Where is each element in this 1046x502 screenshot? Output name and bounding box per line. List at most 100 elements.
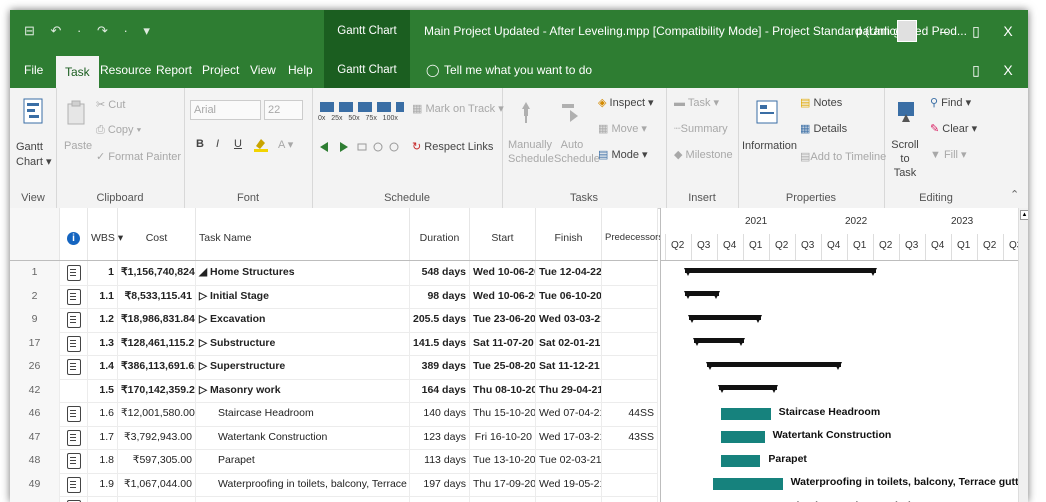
row-id[interactable]: 50 xyxy=(10,496,60,502)
finish-cell[interactable]: Tue 02-03-21 xyxy=(536,449,602,473)
duration-cell[interactable]: 201 days xyxy=(410,496,470,502)
tab-help[interactable]: Help xyxy=(288,52,313,88)
duration-cell[interactable]: 141.5 days xyxy=(410,331,470,355)
finish-cell[interactable]: Sat 02-01-21 xyxy=(536,331,602,355)
wbs-cell[interactable]: 1.6 xyxy=(88,402,118,426)
tab-resource[interactable]: Resource xyxy=(100,52,151,88)
duration-cell[interactable]: 205.5 days xyxy=(410,308,470,332)
user-name[interactable]: param g xyxy=(856,10,900,52)
task-name-cell[interactable]: Watertank Construction xyxy=(196,425,410,449)
row-id[interactable]: 48 xyxy=(10,449,60,473)
task-name-cell[interactable]: Staircase Headroom xyxy=(196,402,410,426)
task-bar[interactable] xyxy=(721,431,765,444)
cost-cell[interactable]: ₹4,484,720.00 xyxy=(118,496,196,502)
finish-cell[interactable]: Mon 17-05-21 xyxy=(536,496,602,502)
column-header-finish[interactable]: Finish xyxy=(536,208,602,260)
tab-project[interactable]: Project xyxy=(202,52,239,88)
move-button[interactable]: ▦ Move ▾ xyxy=(598,122,647,135)
wbs-cell[interactable]: 1 xyxy=(88,261,118,285)
ribbon-close-button[interactable]: X xyxy=(994,52,1022,88)
bold-button[interactable]: B xyxy=(196,138,204,150)
tab-view[interactable]: View xyxy=(250,52,276,88)
predecessors-cell[interactable] xyxy=(602,331,658,355)
column-header-wbs[interactable]: WBS ▾ xyxy=(88,208,123,260)
table-row[interactable]: 42 1.5 ₹170,142,359.20 ▷ Masonry work 164 da… xyxy=(10,378,658,403)
cost-cell[interactable]: ₹18,986,831.84 xyxy=(118,308,196,332)
predecessors-cell[interactable] xyxy=(602,308,658,332)
finish-cell[interactable]: Wed 07-04-21 xyxy=(536,402,602,426)
start-cell[interactable]: Tue 25-08-20 xyxy=(470,355,536,379)
wbs-cell[interactable]: 1.3 xyxy=(88,331,118,355)
cost-cell[interactable]: ₹12,001,580.00 xyxy=(118,402,196,426)
task-indicator[interactable] xyxy=(60,449,88,473)
details-button[interactable]: ▦ Details xyxy=(800,122,847,135)
row-id[interactable]: 1 xyxy=(10,261,60,285)
task-bar[interactable] xyxy=(721,407,771,420)
task-indicator[interactable] xyxy=(60,284,88,308)
cost-cell[interactable]: ₹597,305.00 xyxy=(118,449,196,473)
table-row[interactable]: 47 1.7 ₹3,792,943.00 Watertank Construction… xyxy=(10,425,658,450)
manually-schedule-button[interactable]: Manually Schedule xyxy=(508,138,554,166)
row-id-header[interactable] xyxy=(10,208,60,260)
tab-file[interactable]: File xyxy=(24,52,43,88)
duration-cell[interactable]: 123 days xyxy=(410,425,470,449)
restore-button[interactable]: ▯ xyxy=(962,10,990,52)
table-row[interactable]: 26 1.4 ₹386,113,691.62 ▷ Superstructure 389 … xyxy=(10,355,658,380)
duration-cell[interactable]: 548 days xyxy=(410,261,470,285)
collapse-ribbon-icon[interactable]: ⌃ xyxy=(1010,188,1019,201)
cost-cell[interactable]: ₹8,533,115.41 xyxy=(118,284,196,308)
tell-me-box[interactable]: Tell me what you want to do xyxy=(444,52,592,88)
fill-button[interactable]: ▼ Fill ▾ xyxy=(930,148,967,161)
task-indicator[interactable] xyxy=(60,331,88,355)
row-id[interactable]: 49 xyxy=(10,472,60,496)
avatar[interactable] xyxy=(897,20,917,42)
finish-cell[interactable]: Wed 19-05-21 xyxy=(536,472,602,496)
table-row[interactable]: 17 1.3 ₹128,461,115.21 ▷ Substructure 141.5 … xyxy=(10,331,658,356)
row-id[interactable]: 42 xyxy=(10,378,60,402)
cost-cell[interactable]: ₹386,113,691.62 xyxy=(118,355,196,379)
close-button[interactable]: X xyxy=(994,10,1022,52)
insert-milestone-button[interactable]: ◆ Milestone xyxy=(674,148,733,161)
duration-cell[interactable]: 140 days xyxy=(410,402,470,426)
find-button[interactable]: ⚲ Find ▾ xyxy=(930,96,971,109)
predecessors-cell[interactable] xyxy=(602,355,658,379)
row-id[interactable]: 2 xyxy=(10,284,60,308)
duration-cell[interactable]: 389 days xyxy=(410,355,470,379)
cost-cell[interactable]: ₹128,461,115.21 xyxy=(118,331,196,355)
respect-links-button[interactable]: ↻ Respect Links xyxy=(412,140,493,153)
cost-cell[interactable]: ₹1,067,044.00 xyxy=(118,472,196,496)
task-name-cell[interactable]: Parapet xyxy=(196,449,410,473)
task-indicator[interactable] xyxy=(60,496,88,502)
wbs-cell[interactable]: 1.9 xyxy=(88,472,118,496)
row-id[interactable]: 46 xyxy=(10,402,60,426)
task-indicator[interactable] xyxy=(60,261,88,285)
font-name-select[interactable]: Arial xyxy=(190,100,261,120)
add-to-timeline-button[interactable]: ▤Add to Timeline xyxy=(800,150,886,163)
summary-bar[interactable] xyxy=(687,314,762,323)
task-indicator[interactable] xyxy=(60,378,88,402)
task-name-cell[interactable]: ▷ Substructure xyxy=(196,331,410,355)
summary-bar[interactable] xyxy=(718,385,778,394)
cost-cell[interactable]: ₹3,792,943.00 xyxy=(118,425,196,449)
italic-button[interactable]: I xyxy=(216,138,219,150)
finish-cell[interactable]: Wed 03-03-21 xyxy=(536,308,602,332)
ribbon-restore-button[interactable]: ▯ xyxy=(962,52,990,88)
tab-gantt-chart-format[interactable]: Gantt Chart Format xyxy=(324,52,410,112)
column-header-duration[interactable]: Duration xyxy=(410,208,470,260)
clear-button[interactable]: ✎ Clear ▾ xyxy=(930,122,977,135)
row-id[interactable]: 9 xyxy=(10,308,60,332)
finish-cell[interactable]: Tue 06-10-20 xyxy=(536,284,602,308)
start-cell[interactable]: Tue 13-10-20 xyxy=(470,449,536,473)
predecessors-cell[interactable]: 43SS xyxy=(602,425,658,449)
inspect-button[interactable]: ◈ Inspect ▾ xyxy=(598,96,654,109)
predecessors-cell[interactable] xyxy=(602,496,658,502)
finish-cell[interactable]: Thu 29-04-21 xyxy=(536,378,602,402)
start-cell[interactable]: Tue 23-06-20 xyxy=(470,308,536,332)
task-indicator[interactable] xyxy=(60,472,88,496)
column-header-task-name[interactable]: Task Name xyxy=(196,208,410,260)
font-color-icon[interactable]: A ▾ xyxy=(278,138,293,151)
tab-report[interactable]: Report xyxy=(156,52,192,88)
column-header-start[interactable]: Start xyxy=(470,208,536,260)
predecessors-cell[interactable] xyxy=(602,261,658,285)
finish-cell[interactable]: Sat 11-12-21 xyxy=(536,355,602,379)
